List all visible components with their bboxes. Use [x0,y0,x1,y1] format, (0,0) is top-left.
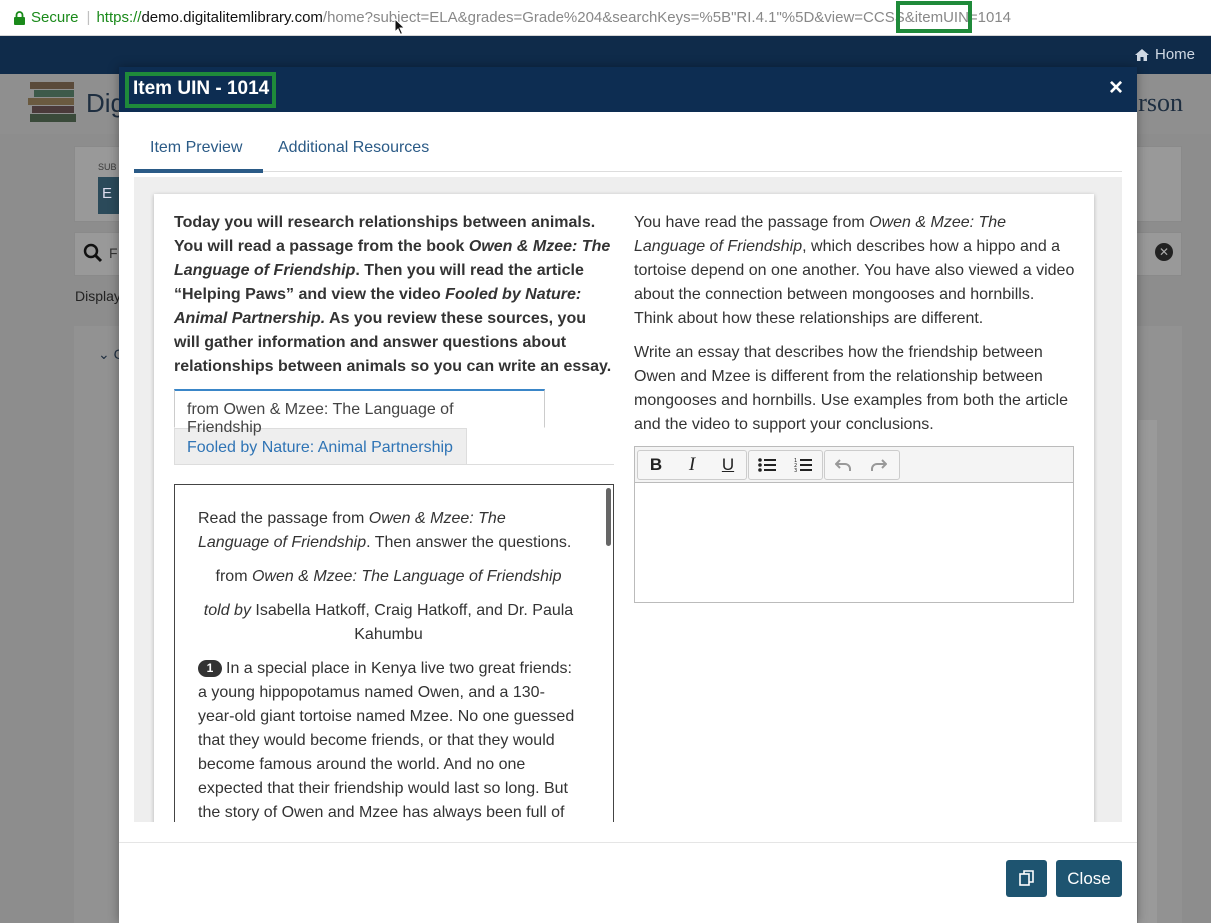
prompt-context: You have read the passage from Owen & Mz… [634,214,1075,327]
mouse-cursor-icon [394,18,406,36]
prompt-column: You have read the passage from Owen & Mz… [634,211,1076,447]
passage-tab-owen-mzee[interactable]: from Owen & Mzee: The Language of Friend… [174,389,545,436]
browser-address-bar[interactable]: Secure | https://demo.digitalitemlibrary… [0,0,1211,36]
lock-icon [14,10,25,25]
editor-toolbar: B I U 123 [635,447,1073,483]
underline-button[interactable]: U [710,451,746,479]
close-icon[interactable]: × [1109,76,1123,100]
active-tab-indicator [134,169,263,173]
close-button[interactable]: Close [1056,860,1122,897]
passage-text: Read the passage from Owen & Mzee: The L… [175,485,613,822]
url-text[interactable]: https://demo.digitalitemlibrary.com/home… [96,9,1011,26]
home-icon [1134,48,1149,61]
preview-content-area[interactable]: Today you will research relationships be… [134,177,1122,822]
brand-logo-text: rson [1138,88,1183,117]
bulleted-list-icon[interactable] [749,451,785,479]
passage-tabs: from Owen & Mzee: The Language of Friend… [174,389,614,465]
italic-button[interactable]: I [674,451,710,479]
redo-icon[interactable] [861,451,897,479]
modal-footer: Close [119,842,1137,923]
passage-byline: told by Isabella Hatkoff, Craig Hatkoff,… [203,602,574,643]
paragraph-number-badge: 1 [198,660,222,677]
url-separator: | [86,9,91,26]
copy-button[interactable] [1006,860,1047,897]
bold-button[interactable]: B [638,451,674,479]
secure-label: Secure [31,9,79,26]
modal-title: Item UIN - 1014 [133,78,270,99]
subject-label: SUB [98,162,117,172]
numbered-list-icon[interactable]: 123 [785,451,821,479]
passage-paragraph: 1 In a special place in Kenya live two gr… [198,660,575,821]
books-logo-icon [28,82,76,122]
item-preview-card: Today you will research relationships be… [154,194,1094,822]
item-preview-modal: Item UIN - 1014 × Item Preview Additiona… [119,67,1137,923]
task-introduction: Today you will research relationships be… [174,214,612,375]
essay-response-field[interactable] [635,483,1073,602]
passage-instructions: Read the passage from Owen & Mzee: The L… [198,510,572,551]
essay-editor: B I U 123 [634,446,1074,603]
prompt-task: Write an essay that describes how the fr… [634,344,1068,433]
search-icon [83,243,103,263]
modal-tabs: Item Preview Additional Resources [134,129,1122,173]
nav-home-link[interactable]: Home [1134,46,1195,63]
tab-item-preview[interactable]: Item Preview [150,139,242,169]
clear-search-icon[interactable]: ✕ [1155,243,1173,261]
tab-additional-resources[interactable]: Additional Resources [278,139,429,169]
format-button-group: B I U [637,450,747,480]
stimulus-column: Today you will research relationships be… [174,211,614,465]
results-table-edge [1137,420,1157,923]
list-button-group: 123 [748,450,823,480]
passage-scrollbar[interactable] [606,488,611,546]
subject-button[interactable]: E [98,177,120,214]
copy-icon [1018,870,1034,886]
modal-header: Item UIN - 1014 × [119,67,1137,112]
undo-icon[interactable] [825,451,861,479]
passage-heading: from Owen & Mzee: The Language of Friend… [215,568,562,585]
display-count-text: Display [75,288,121,304]
history-button-group [824,450,900,480]
svg-text:3: 3 [794,468,797,473]
passage-reader[interactable]: Read the passage from Owen & Mzee: The L… [174,484,614,822]
